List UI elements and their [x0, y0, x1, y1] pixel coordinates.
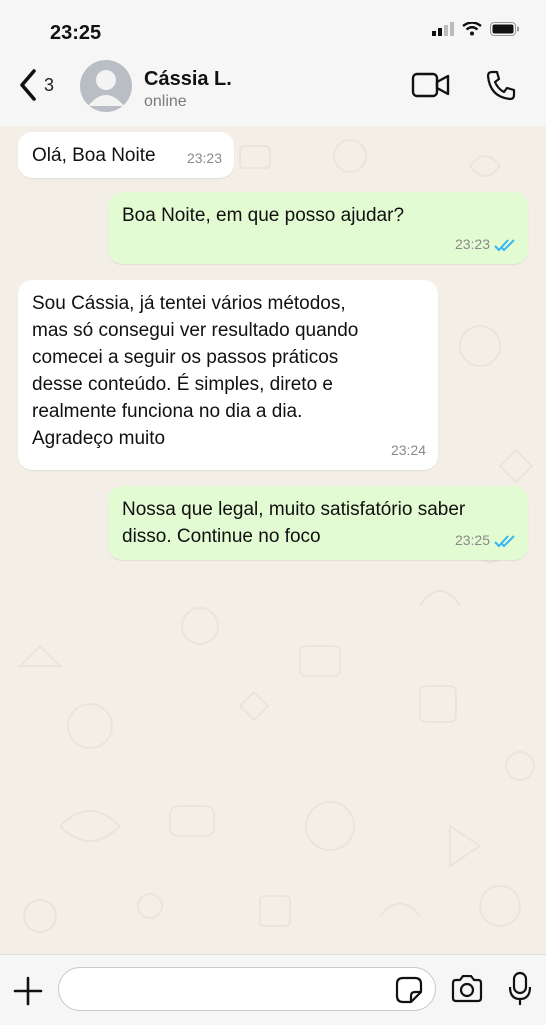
sticker-button[interactable]: [395, 976, 423, 1009]
contact-status: online: [144, 93, 187, 110]
message-bubble-outgoing[interactable]: Boa Noite, em que posso ajudar? 23:23: [108, 192, 528, 264]
chat-header: 3 Cássia L. online: [0, 58, 546, 127]
double-check-icon: [494, 238, 515, 251]
composer-bar: [0, 954, 546, 1025]
message-time: 23:25: [454, 532, 490, 548]
attach-button[interactable]: [12, 975, 44, 1012]
message-text: Nossa que legal, muito satisfatório sabe…: [122, 499, 466, 547]
chevron-left-icon: [20, 69, 36, 101]
battery-icon: [490, 22, 519, 36]
message-input[interactable]: [73, 968, 397, 1010]
status-icons: [432, 22, 520, 36]
message-input-wrapper: [58, 967, 436, 1011]
message-time: 23:23: [454, 236, 490, 252]
video-camera-icon: [411, 72, 450, 98]
plus-icon: [13, 976, 43, 1006]
default-avatar-icon: [88, 70, 124, 106]
message-meta: 23:25: [455, 527, 516, 554]
message-text: Sou Cássia, já tentei vários métodos, ma…: [32, 293, 359, 449]
double-check-icon: [494, 534, 515, 547]
chat-area[interactable]: Olá, Boa Noite 23:23 Boa Noite, em que p…: [0, 126, 546, 954]
cellular-signal-icon: [432, 22, 454, 36]
message-meta: 23:24: [391, 437, 426, 464]
camera-icon: [451, 974, 483, 1003]
wifi-icon: [462, 22, 482, 36]
sticker-icon: [395, 976, 423, 1004]
message-meta: 23:23: [187, 145, 222, 172]
voice-message-button[interactable]: [508, 971, 532, 1012]
message-bubble-outgoing[interactable]: Nossa que legal, muito satisfatório sabe…: [108, 486, 528, 560]
message-bubble-incoming[interactable]: Sou Cássia, já tentei vários métodos, ma…: [18, 280, 438, 470]
unread-count: 3: [44, 74, 55, 95]
avatar[interactable]: [80, 60, 132, 112]
contact-name[interactable]: Cássia L.: [144, 68, 232, 91]
message-text: Olá, Boa Noite: [32, 145, 156, 166]
status-time: 23:25: [50, 22, 102, 44]
message-bubble-incoming[interactable]: Olá, Boa Noite 23:23: [18, 132, 234, 178]
voice-call-button[interactable]: [484, 68, 518, 107]
message-time: 23:23: [186, 150, 222, 166]
message-meta: 23:23: [455, 231, 516, 258]
microphone-icon: [508, 971, 532, 1005]
message-text: Boa Noite, em que posso ajudar?: [122, 205, 405, 226]
status-bar: 23:25: [0, 0, 546, 58]
camera-button[interactable]: [450, 974, 484, 1008]
phone-icon: [486, 70, 516, 101]
back-button[interactable]: 3: [18, 68, 54, 102]
message-time: 23:24: [390, 442, 426, 458]
video-call-button[interactable]: [411, 70, 451, 105]
